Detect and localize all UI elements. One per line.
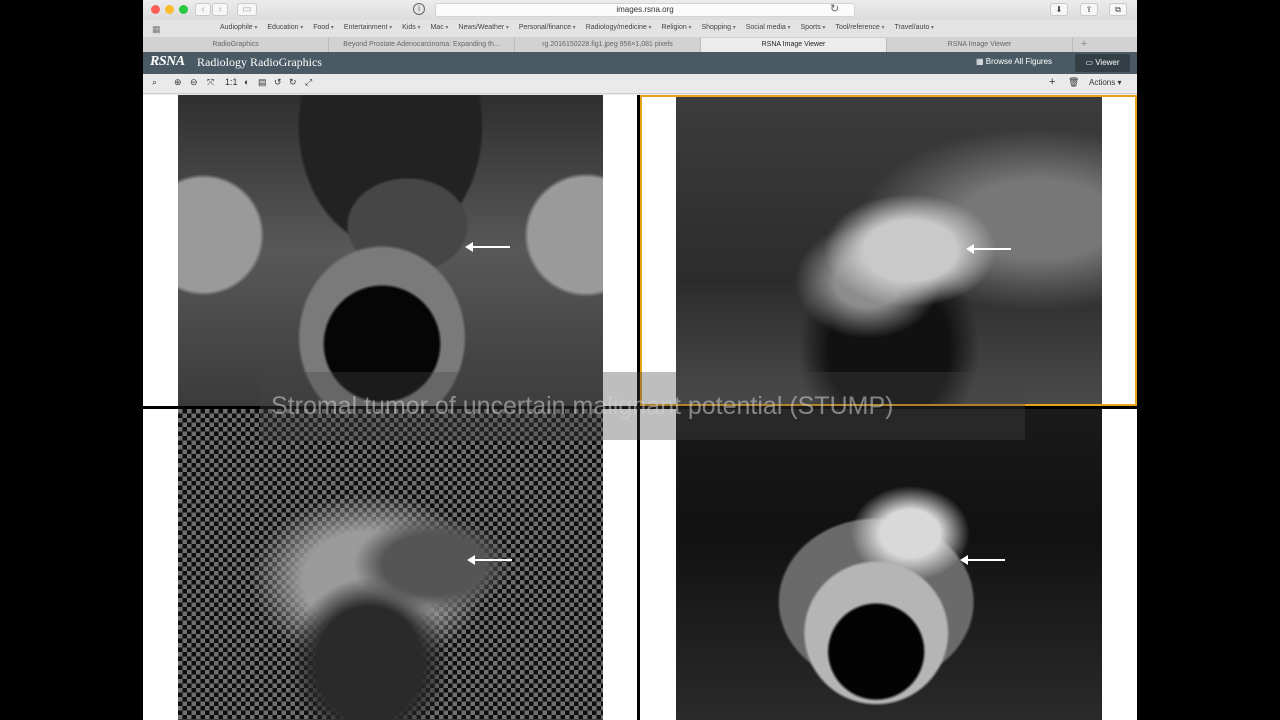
tabs-overview-icon[interactable]: ⧉ bbox=[1109, 3, 1127, 16]
annotate-icon[interactable]: ▤ bbox=[258, 77, 267, 88]
zoom-out-icon[interactable]: ⊖ bbox=[190, 77, 198, 88]
arrow-marker bbox=[467, 555, 512, 565]
rotate-right-icon[interactable]: ↻ bbox=[289, 77, 297, 88]
actual-size-button[interactable]: 1:1 bbox=[225, 77, 238, 87]
browser-window: ‹ › ▭ i images.rsna.org ↻ ⬇ ⇪ ⧉ ▦ Audiop… bbox=[143, 0, 1137, 720]
trash-icon[interactable]: 🗑 bbox=[1068, 77, 1079, 88]
download-icon[interactable]: ⬇ bbox=[1050, 3, 1068, 16]
bookmark-item[interactable]: Social media bbox=[746, 24, 791, 31]
add-icon[interactable]: + bbox=[1049, 76, 1055, 88]
sidebar-toggle-icon[interactable]: ▭ bbox=[237, 3, 257, 16]
browser-titlebar: ‹ › ▭ i images.rsna.org ↻ ⬇ ⇪ ⧉ bbox=[143, 0, 1137, 20]
zoom-window-button[interactable] bbox=[179, 5, 188, 14]
bookmark-item[interactable]: Travel/auto bbox=[894, 24, 933, 31]
image-panel-dce-selected[interactable] bbox=[640, 95, 1137, 406]
close-window-button[interactable] bbox=[151, 5, 160, 14]
actions-menu-button[interactable]: Actions ▾ bbox=[1089, 78, 1121, 87]
minimize-window-button[interactable] bbox=[165, 5, 174, 14]
forward-button[interactable]: › bbox=[212, 3, 228, 16]
arrow-marker bbox=[465, 242, 510, 252]
back-button[interactable]: ‹ bbox=[195, 3, 211, 16]
bookmark-item[interactable]: Tool/reference bbox=[835, 24, 884, 31]
journal-title: Radiology RadioGraphics bbox=[197, 55, 322, 69]
bookmark-item[interactable]: Radiology/medicine bbox=[586, 24, 652, 31]
image-panel-dwi[interactable] bbox=[640, 409, 1137, 720]
bookmark-item[interactable]: News/Weather bbox=[458, 24, 508, 31]
image-panel-adc[interactable] bbox=[143, 409, 637, 720]
fullscreen-icon[interactable]: ⤢ bbox=[305, 77, 312, 88]
viewer-toolbar: ⌕ ⊕ ⊖ ⤧ 1:1 ◐ ▤ ↺ ↻ ⤢ + 🗑 Actions ▾ bbox=[143, 74, 1137, 94]
reload-icon[interactable]: ↻ bbox=[830, 2, 839, 15]
bookmark-item[interactable]: Religion bbox=[661, 24, 691, 31]
viewer-icon: ▭ bbox=[1085, 58, 1096, 67]
browser-tab[interactable]: RadioGraphics bbox=[143, 38, 329, 52]
browser-tab[interactable]: rg.2016150228.fig1.jpeg 956×1,081 pixels bbox=[515, 38, 701, 52]
arrow-marker bbox=[966, 244, 1011, 254]
bookmark-item[interactable]: Shopping bbox=[701, 24, 735, 31]
info-icon[interactable]: i bbox=[413, 3, 425, 15]
mri-image-dce bbox=[676, 97, 1102, 404]
rsna-logo[interactable]: RSNA bbox=[150, 54, 185, 70]
bookmark-item[interactable]: Education bbox=[267, 24, 303, 31]
bookmark-list: Audiophile Education Food Entertainment Kids… bbox=[220, 24, 934, 31]
arrow-marker bbox=[960, 555, 1005, 565]
bookmark-item[interactable]: Kids bbox=[402, 24, 420, 31]
address-bar[interactable]: images.rsna.org bbox=[435, 3, 855, 17]
fit-to-screen-icon[interactable]: ⤧ bbox=[207, 77, 214, 88]
caption-text: Stromal tumor of uncertain malignant pot… bbox=[271, 392, 894, 420]
mri-image-adc bbox=[178, 409, 603, 720]
rotate-left-icon[interactable]: ↺ bbox=[274, 77, 282, 88]
browser-tab[interactable]: RSNA Image Viewer bbox=[887, 38, 1073, 52]
image-panel-t2-axial[interactable] bbox=[143, 95, 637, 406]
bookmark-item[interactable]: Entertainment bbox=[344, 24, 392, 31]
bookmark-item[interactable]: Food bbox=[313, 24, 334, 31]
bookmark-item[interactable]: Personal/finance bbox=[519, 24, 576, 31]
bookmark-item[interactable]: Sports bbox=[801, 24, 826, 31]
share-icon[interactable]: ⇪ bbox=[1080, 3, 1098, 16]
address-text: images.rsna.org bbox=[616, 5, 674, 14]
browse-all-figures-button[interactable]: ▦ Browse All Figures bbox=[976, 57, 1052, 66]
bookmark-item[interactable]: Mac bbox=[430, 24, 448, 31]
bookmark-item[interactable]: Audiophile bbox=[220, 24, 257, 31]
tab-bar: RadioGraphics Beyond Prostate Adenocarcin… bbox=[143, 38, 1137, 52]
top-sites-icon[interactable]: ▦ bbox=[152, 24, 161, 35]
zoom-in-icon[interactable]: ⊕ bbox=[174, 77, 182, 88]
new-tab-icon[interactable]: + bbox=[1073, 38, 1095, 52]
browser-tab[interactable]: RSNA Image Viewer bbox=[701, 38, 887, 52]
mri-image-t2 bbox=[178, 95, 603, 406]
mri-image-dwi bbox=[676, 409, 1102, 720]
bookmarks-bar: ▦ Audiophile Education Food Entertainment Ki… bbox=[143, 20, 1137, 38]
viewer-button[interactable]: ▭ Viewer bbox=[1075, 54, 1130, 72]
contrast-icon[interactable]: ◐ bbox=[244, 77, 249, 87]
grid-icon: ▦ bbox=[976, 57, 986, 66]
rsna-header: RSNA Radiology RadioGraphics ▦ Browse Al… bbox=[143, 52, 1137, 74]
browser-tab[interactable]: Beyond Prostate Adenocarcinoma: Expandin… bbox=[329, 38, 515, 52]
search-icon[interactable]: ⌕ bbox=[152, 77, 157, 88]
